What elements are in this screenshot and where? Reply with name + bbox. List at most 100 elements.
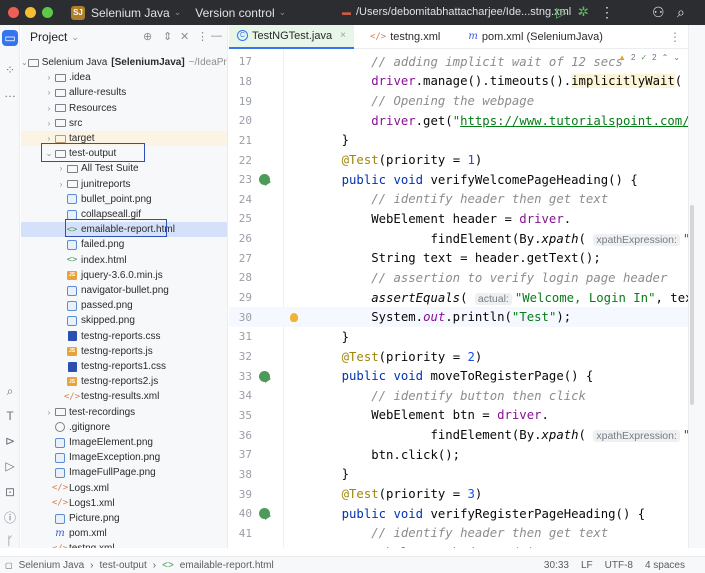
- tree-item[interactable]: ⌄ Selenium Java[SeleniumJava]~/IdeaProjec: [21, 55, 227, 70]
- project-panel-title[interactable]: Project: [30, 30, 67, 44]
- code-line[interactable]: 29 assertEquals( actual: "Welcome, Login …: [229, 288, 688, 308]
- previous-highlight-icon[interactable]: ⌃: [662, 53, 669, 62]
- expand-all-icon[interactable]: ⇕: [163, 30, 172, 43]
- tree-item[interactable]: ImageElement.png: [21, 435, 227, 450]
- lightbulb-icon[interactable]: [287, 310, 301, 324]
- code-line[interactable]: 38 }: [229, 465, 688, 485]
- run-tool-icon[interactable]: ▷: [2, 458, 18, 474]
- breadcrumb-item[interactable]: Selenium Java: [19, 560, 85, 571]
- chevron-right-icon[interactable]: ›: [44, 88, 54, 97]
- tree-item[interactable]: m pom.xml: [21, 526, 227, 541]
- tree-item[interactable]: collapseall.gif: [21, 207, 227, 222]
- tree-item[interactable]: </> testng-results.xml: [21, 389, 227, 404]
- tree-item[interactable]: › src: [21, 116, 227, 131]
- problems-tool-icon[interactable]: ⓘ: [2, 509, 18, 525]
- chevron-down-icon[interactable]: ⌄: [44, 149, 54, 158]
- chevron-right-icon[interactable]: ›: [56, 180, 66, 189]
- search-icon[interactable]: ⌕: [677, 4, 685, 21]
- run-test-icon[interactable]: [257, 173, 271, 187]
- tree-item[interactable]: Picture.png: [21, 511, 227, 526]
- next-highlight-icon[interactable]: ⌄: [673, 53, 680, 62]
- code-line[interactable]: 41 // identify header then get text: [229, 524, 688, 544]
- tree-item[interactable]: </>testng.xml: [21, 541, 227, 548]
- chevron-right-icon[interactable]: ›: [44, 134, 54, 143]
- indent-setting[interactable]: 4 spaces: [645, 560, 685, 571]
- tree-item[interactable]: ImageException.png: [21, 450, 227, 465]
- add-user-icon[interactable]: ⚇: [652, 4, 665, 21]
- tree-item[interactable]: <> emailable-report.html: [21, 222, 227, 238]
- project-switcher[interactable]: Selenium Java ⌄: [91, 6, 181, 20]
- tree-item[interactable]: ⌄ test-output: [21, 146, 227, 161]
- code-editor[interactable]: 17 // adding implicit wait of 12 secs 18 …: [229, 50, 688, 548]
- tab-options-icon[interactable]: ⋮: [669, 30, 681, 44]
- chevron-down-icon[interactable]: ⌄: [71, 32, 79, 43]
- editor-tab[interactable]: m pom.xml (SeleniumJava): [460, 25, 611, 49]
- maximize-window-button[interactable]: [42, 7, 53, 18]
- structure-tool-icon[interactable]: ⁘: [2, 62, 18, 78]
- code-line[interactable]: 40 public void verifyRegisterPageHeading…: [229, 504, 688, 524]
- tree-item[interactable]: › .idea: [21, 70, 227, 85]
- tree-item[interactable]: <> index.html: [21, 253, 227, 268]
- code-line[interactable]: 18 driver.manage().timeouts().implicitly…: [229, 72, 688, 92]
- code-line[interactable]: 34 // identify button then click: [229, 386, 688, 406]
- run-configuration-selector[interactable]: ▬ /Users/debomitabhattacharjee/Ide...stn…: [342, 6, 584, 18]
- tree-item[interactable]: </> Logs1.xml: [21, 496, 227, 511]
- code-line[interactable]: 28 // assertion to verify login page hea…: [229, 268, 688, 288]
- more-tools-icon[interactable]: …: [2, 85, 18, 101]
- code-line[interactable]: 23 public void verifyWelcomePageHeading(…: [229, 170, 688, 190]
- tree-item[interactable]: </> Logs.xml: [21, 481, 227, 496]
- options-icon[interactable]: ⋮: [197, 30, 208, 43]
- code-line[interactable]: 21 }: [229, 131, 688, 151]
- run-test-icon[interactable]: [257, 369, 271, 383]
- services-tool-icon[interactable]: ⊳: [2, 433, 18, 449]
- code-line[interactable]: 32 @Test(priority = 2): [229, 347, 688, 367]
- cursor-position[interactable]: 30:33: [544, 560, 569, 571]
- tree-item[interactable]: bullet_point.png: [21, 192, 227, 207]
- tree-item[interactable]: navigator-bullet.png: [21, 283, 227, 298]
- chevron-right-icon[interactable]: ›: [56, 164, 66, 173]
- code-line[interactable]: 35 WebElement btn = driver.: [229, 406, 688, 426]
- file-encoding[interactable]: UTF-8: [605, 560, 633, 571]
- code-line[interactable]: 39 @Test(priority = 3): [229, 484, 688, 504]
- code-line[interactable]: 19 // Opening the webpage: [229, 91, 688, 111]
- tree-item[interactable]: failed.png: [21, 237, 227, 252]
- chevron-right-icon[interactable]: ›: [44, 119, 54, 128]
- code-line[interactable]: 37 btn.click();: [229, 445, 688, 465]
- run-test-icon[interactable]: [257, 507, 271, 521]
- debug-icon[interactable]: ✲: [578, 4, 589, 20]
- chevron-right-icon[interactable]: ›: [44, 73, 54, 82]
- line-ending[interactable]: LF: [581, 560, 593, 571]
- tree-item[interactable]: testng-reports1.css: [21, 359, 227, 374]
- build-tool-icon[interactable]: T: [2, 408, 18, 424]
- git-tool-icon[interactable]: ᚴ: [2, 533, 18, 549]
- breadcrumb-item[interactable]: emailable-report.html: [180, 560, 274, 571]
- collapse-all-icon[interactable]: ✕: [180, 30, 189, 43]
- breadcrumb-item[interactable]: test-output: [100, 560, 147, 571]
- run-icon[interactable]: ▷: [556, 4, 567, 21]
- editor-tab[interactable]: </> testng.xml: [362, 25, 448, 49]
- tree-item[interactable]: .gitignore: [21, 420, 227, 435]
- chevron-down-icon[interactable]: ⌄: [21, 58, 28, 67]
- tree-item[interactable]: › allure-results: [21, 85, 227, 100]
- editor-tab[interactable]: C TestNGTest.java ×: [229, 24, 354, 49]
- tree-item[interactable]: › All Test Suite: [21, 161, 227, 176]
- inspection-widget[interactable]: ▲ 2 ✓ 2 ⌃ ⌄: [618, 53, 680, 62]
- tree-item[interactable]: passed.png: [21, 298, 227, 313]
- code-line[interactable]: 24 // identify header then get text: [229, 190, 688, 210]
- tree-item[interactable]: › junitreports: [21, 177, 227, 192]
- tree-item[interactable]: JS testng-reports2.js: [21, 374, 227, 389]
- close-tab-icon[interactable]: ×: [340, 30, 346, 41]
- code-line[interactable]: 30 System.out.println("Test");: [229, 307, 688, 328]
- tree-item[interactable]: › test-recordings: [21, 405, 227, 420]
- more-actions-icon[interactable]: ⋮: [600, 4, 614, 21]
- code-line[interactable]: 36 findElement(By.xpath( xpathExpression…: [229, 425, 688, 445]
- terminal-tool-icon[interactable]: ⊡: [2, 484, 18, 500]
- locate-file-icon[interactable]: ⊕: [143, 30, 152, 43]
- version-control-menu[interactable]: Version control ⌄: [195, 6, 286, 20]
- code-line[interactable]: 31 }: [229, 327, 688, 347]
- tree-item[interactable]: › target: [21, 131, 227, 146]
- close-window-button[interactable]: [8, 7, 19, 18]
- find-tool-icon[interactable]: ⌕: [2, 383, 18, 399]
- tree-item[interactable]: JS testng-reports.js: [21, 344, 227, 359]
- hide-panel-icon[interactable]: —: [211, 30, 222, 42]
